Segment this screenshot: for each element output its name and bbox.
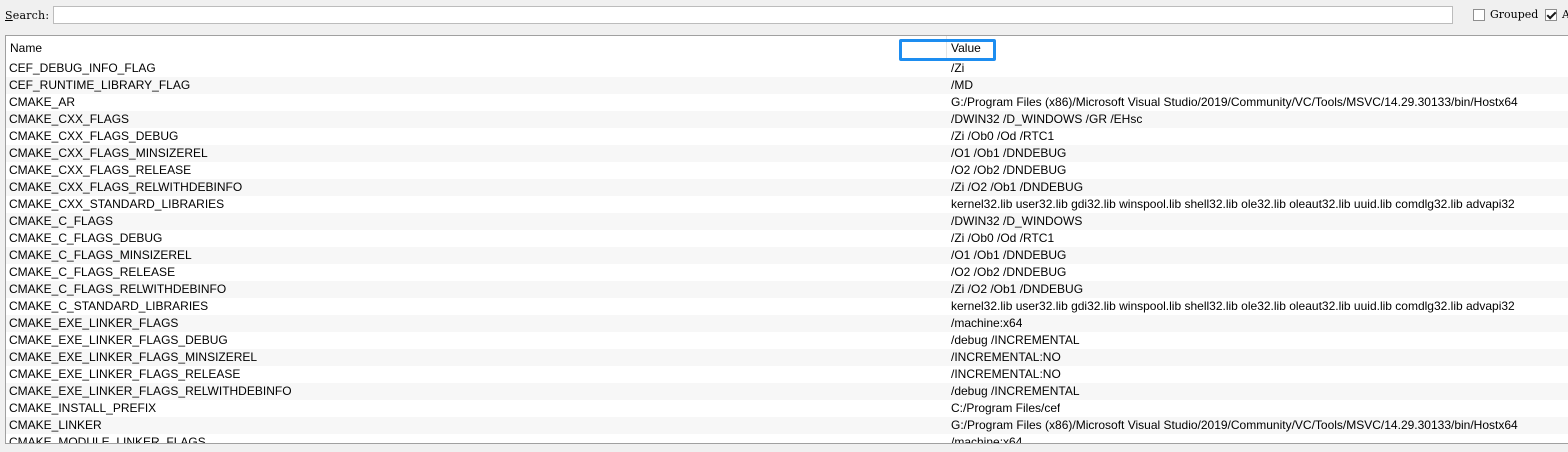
table-header: Name Value	[6, 36, 1568, 60]
row-name-cell[interactable]: CEF_DEBUG_INFO_FLAG	[9, 60, 939, 77]
row-name-cell[interactable]: CMAKE_C_STANDARD_LIBRARIES	[9, 298, 939, 315]
row-name-cell[interactable]: CMAKE_CXX_FLAGS_MINSIZEREL	[9, 145, 939, 162]
table-body: CEF_DEBUG_INFO_FLAG/Zi CEF_RUNTIME_LIBRAR…	[6, 60, 1568, 443]
row-value-cell[interactable]: /Zi /O2 /Ob1 /DNDEBUG	[951, 179, 1083, 196]
table-row[interactable]: CMAKE_C_FLAGS/DWIN32 /D_WINDOWS	[6, 213, 1568, 230]
table-row[interactable]: CMAKE_EXE_LINKER_FLAGS/machine:x64	[6, 315, 1568, 332]
cache-variables-table[interactable]: Name Value CEF_DEBUG_INFO_FLAG/Zi CEF_RUN…	[5, 35, 1568, 444]
grouped-checkbox-label: Grouped	[1490, 8, 1539, 21]
row-name-cell[interactable]: CMAKE_C_FLAGS_RELWITHDEBINFO	[9, 281, 939, 298]
search-label-mnemonic: S	[5, 9, 13, 22]
row-name-cell[interactable]: CMAKE_C_FLAGS	[9, 213, 939, 230]
row-name-cell[interactable]: CMAKE_CXX_FLAGS	[9, 111, 939, 128]
row-name-cell[interactable]: CMAKE_CXX_FLAGS_DEBUG	[9, 128, 939, 145]
advanced-checkbox-label: A	[1562, 8, 1568, 21]
row-name-cell[interactable]: CMAKE_MODULE_LINKER_FLAGS	[9, 434, 939, 443]
table-row[interactable]: CMAKE_CXX_FLAGS_RELEASE/O2 /Ob2 /DNDEBUG	[6, 162, 1568, 179]
advanced-checkbox-box[interactable]	[1545, 8, 1557, 21]
row-value-cell[interactable]: /MD	[951, 77, 973, 94]
row-name-cell[interactable]: CMAKE_EXE_LINKER_FLAGS	[9, 315, 939, 332]
row-value-cell[interactable]: /Zi /Ob0 /Od /RTC1	[951, 230, 1054, 247]
row-name-cell[interactable]: CEF_RUNTIME_LIBRARY_FLAG	[9, 77, 939, 94]
table-row[interactable]: CMAKE_C_FLAGS_MINSIZEREL/O1 /Ob1 /DNDEBU…	[6, 247, 1568, 264]
table-row[interactable]: CMAKE_EXE_LINKER_FLAGS_MINSIZEREL/INCREM…	[6, 349, 1568, 366]
table-row[interactable]: CMAKE_EXE_LINKER_FLAGS_RELWITHDEBINFO/de…	[6, 383, 1568, 400]
row-name-cell[interactable]: CMAKE_C_FLAGS_DEBUG	[9, 230, 939, 247]
row-value-cell[interactable]: /O2 /Ob2 /DNDEBUG	[951, 264, 1066, 281]
table-row[interactable]: CMAKE_LINKER G:/Program Files (x86)/Micro…	[6, 417, 1568, 434]
row-value-cell[interactable]: G:/Program Files (x86)/Microsoft Visual …	[951, 417, 1518, 434]
table-row[interactable]: CMAKE_CXX_FLAGS_RELWITHDEBINFO/Zi /O2 /O…	[6, 179, 1568, 196]
row-name-cell[interactable]: CMAKE_EXE_LINKER_FLAGS_RELEASE	[9, 366, 939, 383]
table-row[interactable]: CMAKE_C_STANDARD_LIBRARIES kernel32.lib u…	[6, 298, 1568, 315]
row-value-cell[interactable]: kernel32.lib user32.lib gdi32.lib winspo…	[951, 298, 1515, 315]
row-value-cell[interactable]: /O2 /Ob2 /DNDEBUG	[951, 162, 1066, 179]
bottom-strip	[0, 444, 1568, 452]
row-value-cell[interactable]: /machine:x64	[951, 434, 1022, 443]
table-row[interactable]: CMAKE_INSTALL_PREFIX C:/Program Files/cef	[6, 400, 1568, 417]
table-row[interactable]: CEF_DEBUG_INFO_FLAG/Zi	[6, 60, 1568, 77]
row-value-cell[interactable]: /O1 /Ob1 /DNDEBUG	[951, 145, 1066, 162]
search-label-text: earch:	[12, 9, 50, 22]
row-value-cell[interactable]: /machine:x64	[951, 315, 1022, 332]
row-name-cell[interactable]: CMAKE_EXE_LINKER_FLAGS_RELWITHDEBINFO	[9, 383, 939, 400]
search-input[interactable]	[53, 6, 1453, 24]
column-header-value[interactable]: Value	[947, 36, 1568, 59]
row-value-cell[interactable]: /debug /INCREMENTAL	[951, 332, 1080, 349]
row-name-cell[interactable]: CMAKE_CXX_STANDARD_LIBRARIES	[9, 196, 939, 213]
table-row[interactable]: CMAKE_CXX_FLAGS_MINSIZEREL/O1 /Ob1 /DNDE…	[6, 145, 1568, 162]
table-row[interactable]: CMAKE_MODULE_LINKER_FLAGS/machine:x64	[6, 434, 1568, 443]
grouped-checkbox[interactable]: Grouped	[1473, 8, 1538, 21]
table-row[interactable]: CMAKE_C_FLAGS_DEBUG/Zi /Ob0 /Od /RTC1	[6, 230, 1568, 247]
table-row[interactable]: CMAKE_C_FLAGS_RELWITHDEBINFO/Zi /O2 /Ob1…	[6, 281, 1568, 298]
column-header-name[interactable]: Name	[6, 36, 947, 59]
row-value-cell[interactable]: /INCREMENTAL:NO	[951, 349, 1061, 366]
table-row[interactable]: CMAKE_AR G:/Program Files (x86)/Microsoft…	[6, 94, 1568, 111]
table-row[interactable]: CMAKE_CXX_FLAGS_DEBUG/Zi /Ob0 /Od /RTC1	[6, 128, 1568, 145]
row-value-cell[interactable]: C:/Program Files/cef	[951, 400, 1060, 417]
row-name-cell[interactable]: CMAKE_INSTALL_PREFIX	[9, 400, 939, 417]
row-name-cell[interactable]: CMAKE_EXE_LINKER_FLAGS_MINSIZEREL	[9, 349, 939, 366]
row-name-cell[interactable]: CMAKE_EXE_LINKER_FLAGS_DEBUG	[9, 332, 939, 349]
grouped-checkbox-box[interactable]	[1473, 8, 1485, 21]
row-value-cell[interactable]: /O1 /Ob1 /DNDEBUG	[951, 247, 1066, 264]
row-value-cell[interactable]: kernel32.lib user32.lib gdi32.lib winspo…	[951, 196, 1515, 213]
advanced-checkbox[interactable]: A	[1545, 8, 1568, 21]
row-name-cell[interactable]: CMAKE_C_FLAGS_MINSIZEREL	[9, 247, 939, 264]
table-row[interactable]: CMAKE_EXE_LINKER_FLAGS_DEBUG/debug /INCR…	[6, 332, 1568, 349]
row-name-cell[interactable]: CMAKE_LINKER	[9, 417, 939, 434]
row-name-cell[interactable]: CMAKE_CXX_FLAGS_RELWITHDEBINFO	[9, 179, 939, 196]
search-label: Search:	[5, 9, 49, 22]
value-edit-box[interactable]	[899, 39, 996, 61]
table-row[interactable]: CMAKE_CXX_FLAGS/DWIN32 /D_WINDOWS /GR /E…	[6, 111, 1568, 128]
row-value-cell[interactable]: /Zi	[951, 60, 964, 77]
row-value-cell[interactable]: /debug /INCREMENTAL	[951, 383, 1080, 400]
row-value-cell[interactable]: /DWIN32 /D_WINDOWS /GR /EHsc	[951, 111, 1142, 128]
row-value-cell[interactable]: /Zi /O2 /Ob1 /DNDEBUG	[951, 281, 1083, 298]
table-row[interactable]: CMAKE_C_FLAGS_RELEASE/O2 /Ob2 /DNDEBUG	[6, 264, 1568, 281]
toolbar: Search: Grouped A	[0, 0, 1568, 32]
table-row[interactable]: CMAKE_EXE_LINKER_FLAGS_RELEASE/INCREMENT…	[6, 366, 1568, 383]
table-row[interactable]: CEF_RUNTIME_LIBRARY_FLAG/MD	[6, 77, 1568, 94]
row-value-cell[interactable]: G:/Program Files (x86)/Microsoft Visual …	[951, 94, 1518, 111]
row-name-cell[interactable]: CMAKE_AR	[9, 94, 939, 111]
table-row[interactable]: CMAKE_CXX_STANDARD_LIBRARIES kernel32.lib…	[6, 196, 1568, 213]
row-name-cell[interactable]: CMAKE_C_FLAGS_RELEASE	[9, 264, 939, 281]
row-value-cell[interactable]: /Zi /Ob0 /Od /RTC1	[951, 128, 1054, 145]
row-value-cell[interactable]: /DWIN32 /D_WINDOWS	[951, 213, 1082, 230]
row-value-cell[interactable]: /INCREMENTAL:NO	[951, 366, 1061, 383]
row-name-cell[interactable]: CMAKE_CXX_FLAGS_RELEASE	[9, 162, 939, 179]
